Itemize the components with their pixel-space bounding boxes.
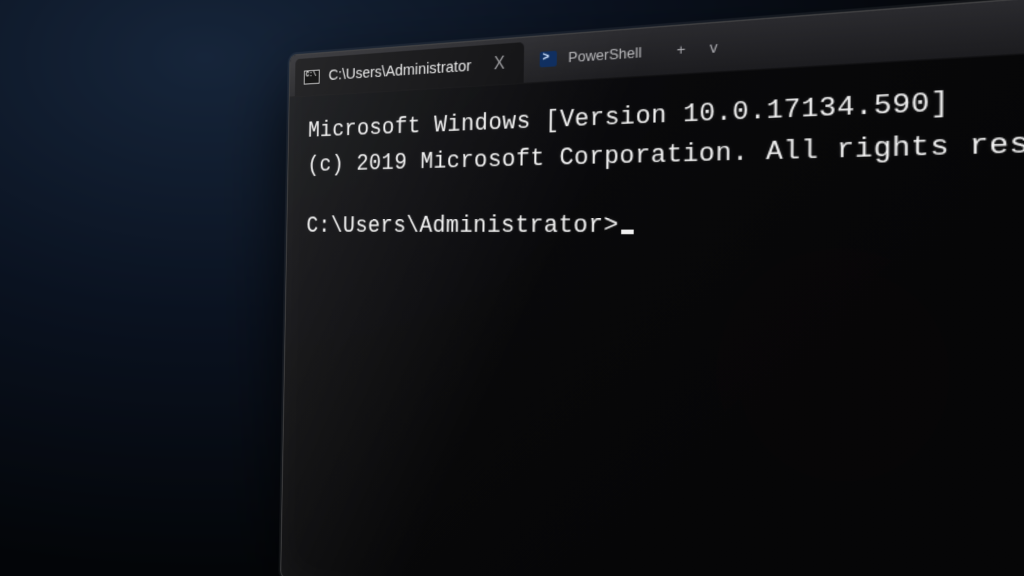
terminal-window: C:\Users\Administrator X PowerShell + v … <box>280 0 1024 576</box>
tab-powershell[interactable]: PowerShell <box>523 27 658 82</box>
tab-dropdown-button[interactable]: v <box>705 35 723 59</box>
tab-powershell-label: PowerShell <box>568 44 642 66</box>
terminal-prompt-line: C:\Users\Administrator> <box>306 201 1024 250</box>
tab-close-button[interactable]: X <box>489 52 508 75</box>
terminal-prompt: C:\Users\Administrator> <box>306 211 619 240</box>
new-tab-button[interactable]: + <box>672 38 691 61</box>
powershell-icon <box>538 50 557 67</box>
cursor-icon <box>621 230 634 235</box>
tab-cmd-label: C:\Users\Administrator <box>328 57 471 84</box>
tabbar-controls: + v <box>658 21 738 75</box>
cmd-icon <box>304 69 320 84</box>
